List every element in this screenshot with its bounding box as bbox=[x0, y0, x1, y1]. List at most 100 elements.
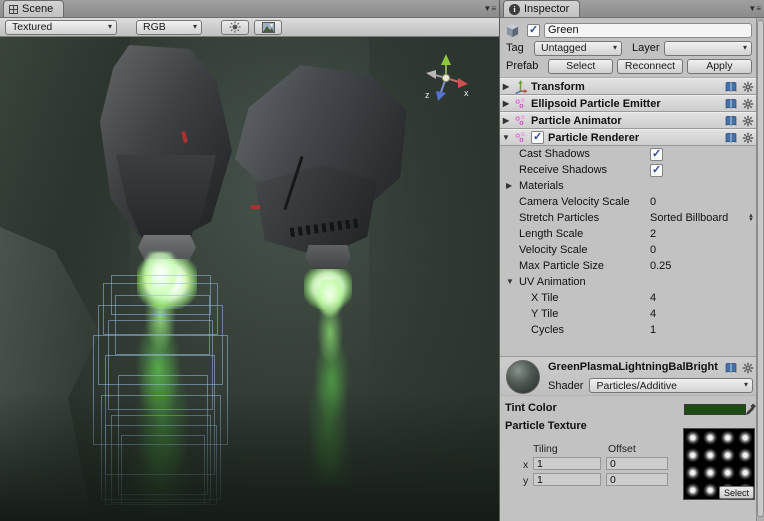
materials-foldout[interactable]: ▶ Materials bbox=[500, 178, 756, 194]
material-preview-sphere[interactable] bbox=[506, 360, 540, 394]
tag-dropdown[interactable]: Untagged bbox=[534, 41, 622, 56]
gear-icon[interactable] bbox=[741, 97, 754, 110]
material-header: GreenPlasmaLightningBalBright Shader Par… bbox=[500, 356, 756, 396]
render-mode-dropdown[interactable]: Textured bbox=[5, 20, 117, 35]
y-tiling-field[interactable] bbox=[533, 473, 601, 486]
foldout-arrow: ▶ bbox=[506, 181, 512, 190]
particle-texture-thumbnail[interactable]: Select bbox=[683, 428, 755, 500]
component-header-transform[interactable]: ▶ Transform bbox=[500, 78, 756, 95]
material-body: Tint Color Particle Texture Tiling Offse… bbox=[500, 396, 756, 521]
inspector-scrollbar[interactable] bbox=[756, 18, 764, 521]
scene-lighting-toggle[interactable] bbox=[221, 20, 249, 35]
gameobject-name-field[interactable] bbox=[544, 23, 752, 38]
gear-icon[interactable] bbox=[741, 131, 754, 144]
foldout-arrow: ▶ bbox=[500, 116, 512, 125]
doc-book-icon[interactable] bbox=[724, 97, 737, 110]
shader-dropdown[interactable]: Particles/Additive bbox=[589, 378, 753, 393]
scene-tab-icon bbox=[9, 5, 18, 14]
gizmo-x-label: x bbox=[464, 88, 469, 98]
gameobject-header: Tag Untagged Layer Prefab Select Reconne… bbox=[500, 18, 756, 78]
dropdown-arrows-icon: ▲▼ bbox=[748, 214, 754, 222]
length-scale-label: Length Scale bbox=[519, 228, 583, 240]
camera-velocity-scale-value[interactable]: 0 bbox=[650, 196, 656, 208]
cycles-value[interactable]: 1 bbox=[650, 324, 656, 336]
cast-shadows-label: Cast Shadows bbox=[519, 148, 590, 160]
scene-panel: Scene ▼≡ Textured RGB bbox=[0, 0, 499, 521]
stretch-particles-dropdown[interactable]: Sorted Billboard ▲▼ bbox=[650, 211, 754, 225]
unity-editor-window: Scene ▼≡ Textured RGB bbox=[0, 0, 764, 521]
uv-animation-foldout[interactable]: ▼ UV Animation bbox=[500, 274, 756, 290]
max-particle-size-label: Max Particle Size bbox=[519, 260, 604, 272]
tab-scene[interactable]: Scene bbox=[3, 0, 64, 17]
scene-orientation-gizmo[interactable]: x z bbox=[419, 51, 473, 105]
prefab-reconnect-button[interactable]: Reconnect bbox=[617, 59, 682, 74]
doc-book-icon[interactable] bbox=[724, 361, 737, 374]
prefab-apply-button[interactable]: Apply bbox=[687, 59, 752, 74]
layer-dropdown[interactable] bbox=[664, 41, 752, 56]
doc-book-icon[interactable] bbox=[724, 131, 737, 144]
viewport-bottom-shade bbox=[0, 391, 499, 521]
scrollbar-thumb[interactable] bbox=[757, 20, 764, 517]
foldout-arrow: ▶ bbox=[500, 82, 512, 91]
transform-icon bbox=[513, 79, 528, 94]
inspector-tabstrip: Inspector ▼≡ bbox=[500, 0, 764, 18]
y-offset-field[interactable] bbox=[606, 473, 668, 486]
cast-shadows-checkbox[interactable] bbox=[650, 148, 663, 161]
max-particle-size-value[interactable]: 0.25 bbox=[650, 260, 671, 272]
camera-velocity-scale-label: Camera Velocity Scale bbox=[519, 196, 630, 208]
gear-icon[interactable] bbox=[741, 80, 754, 93]
scene-viewport[interactable]: x z bbox=[0, 37, 499, 521]
eyedropper-icon[interactable] bbox=[745, 402, 756, 416]
gear-icon[interactable] bbox=[741, 114, 754, 127]
gizmo-z-axis-cone bbox=[436, 91, 446, 101]
particle-renderer-enabled-checkbox[interactable] bbox=[531, 131, 544, 144]
x-offset-field[interactable] bbox=[606, 457, 668, 470]
y-row-label: y bbox=[523, 475, 528, 487]
foldout-arrow: ▶ bbox=[500, 99, 512, 108]
particle-renderer-icon bbox=[513, 130, 528, 145]
gameobject-active-checkbox[interactable] bbox=[527, 24, 540, 37]
tint-color-swatch[interactable] bbox=[684, 404, 746, 415]
scene-fx-toggle[interactable] bbox=[254, 20, 282, 35]
doc-book-icon[interactable] bbox=[724, 114, 737, 127]
x-tile-label: X Tile bbox=[531, 292, 559, 304]
y-tile-value[interactable]: 4 bbox=[650, 308, 656, 320]
component-header-particle-renderer[interactable]: ▼ Particle Renderer bbox=[500, 129, 756, 146]
color-channel-dropdown[interactable]: RGB bbox=[136, 20, 202, 35]
layer-label: Layer bbox=[632, 42, 660, 54]
tiling-header: Tiling bbox=[533, 443, 558, 455]
velocity-scale-value[interactable]: 0 bbox=[650, 244, 656, 256]
receive-shadows-label: Receive Shadows bbox=[519, 164, 607, 176]
x-tile-value[interactable]: 4 bbox=[650, 292, 656, 304]
texture-select-button[interactable]: Select bbox=[719, 486, 754, 499]
gizmo-neg-axis-cone bbox=[426, 70, 436, 79]
offset-header: Offset bbox=[608, 443, 636, 455]
particle-texture-label: Particle Texture bbox=[505, 420, 587, 432]
component-header-particle-animator[interactable]: ▶ Particle Animator bbox=[500, 112, 756, 129]
gizmo-z-label: z bbox=[425, 90, 430, 100]
sun-icon bbox=[229, 21, 241, 33]
scene-pane-menu-icon[interactable]: ▼≡ bbox=[483, 4, 496, 13]
gizmo-y-axis-cone bbox=[441, 54, 451, 65]
length-scale-value[interactable]: 2 bbox=[650, 228, 656, 240]
receive-shadows-checkbox[interactable] bbox=[650, 164, 663, 177]
spacecraft-left-lower bbox=[116, 155, 216, 247]
component-header-ellipsoid-particle-emitter[interactable]: ▶ Ellipsoid Particle Emitter bbox=[500, 95, 756, 112]
doc-book-icon[interactable] bbox=[724, 80, 737, 93]
scene-tab-label: Scene bbox=[22, 3, 53, 15]
inspector-pane-menu-icon[interactable]: ▼≡ bbox=[748, 4, 761, 13]
red-light bbox=[251, 205, 260, 209]
scene-tabstrip: Scene ▼≡ bbox=[0, 0, 499, 18]
particle-animator-icon bbox=[513, 113, 528, 128]
foldout-arrow: ▼ bbox=[506, 277, 514, 286]
gear-icon[interactable] bbox=[741, 361, 754, 374]
image-icon bbox=[262, 22, 275, 33]
info-icon bbox=[509, 4, 520, 15]
scene-toolbar: Textured RGB bbox=[0, 18, 499, 37]
material-name: GreenPlasmaLightningBalBright bbox=[548, 361, 718, 373]
gizmo-x-axis-cone bbox=[458, 78, 468, 88]
inspector-tab-label: Inspector bbox=[524, 3, 569, 15]
prefab-select-button[interactable]: Select bbox=[548, 59, 613, 74]
x-tiling-field[interactable] bbox=[533, 457, 601, 470]
tab-inspector[interactable]: Inspector bbox=[503, 0, 580, 17]
